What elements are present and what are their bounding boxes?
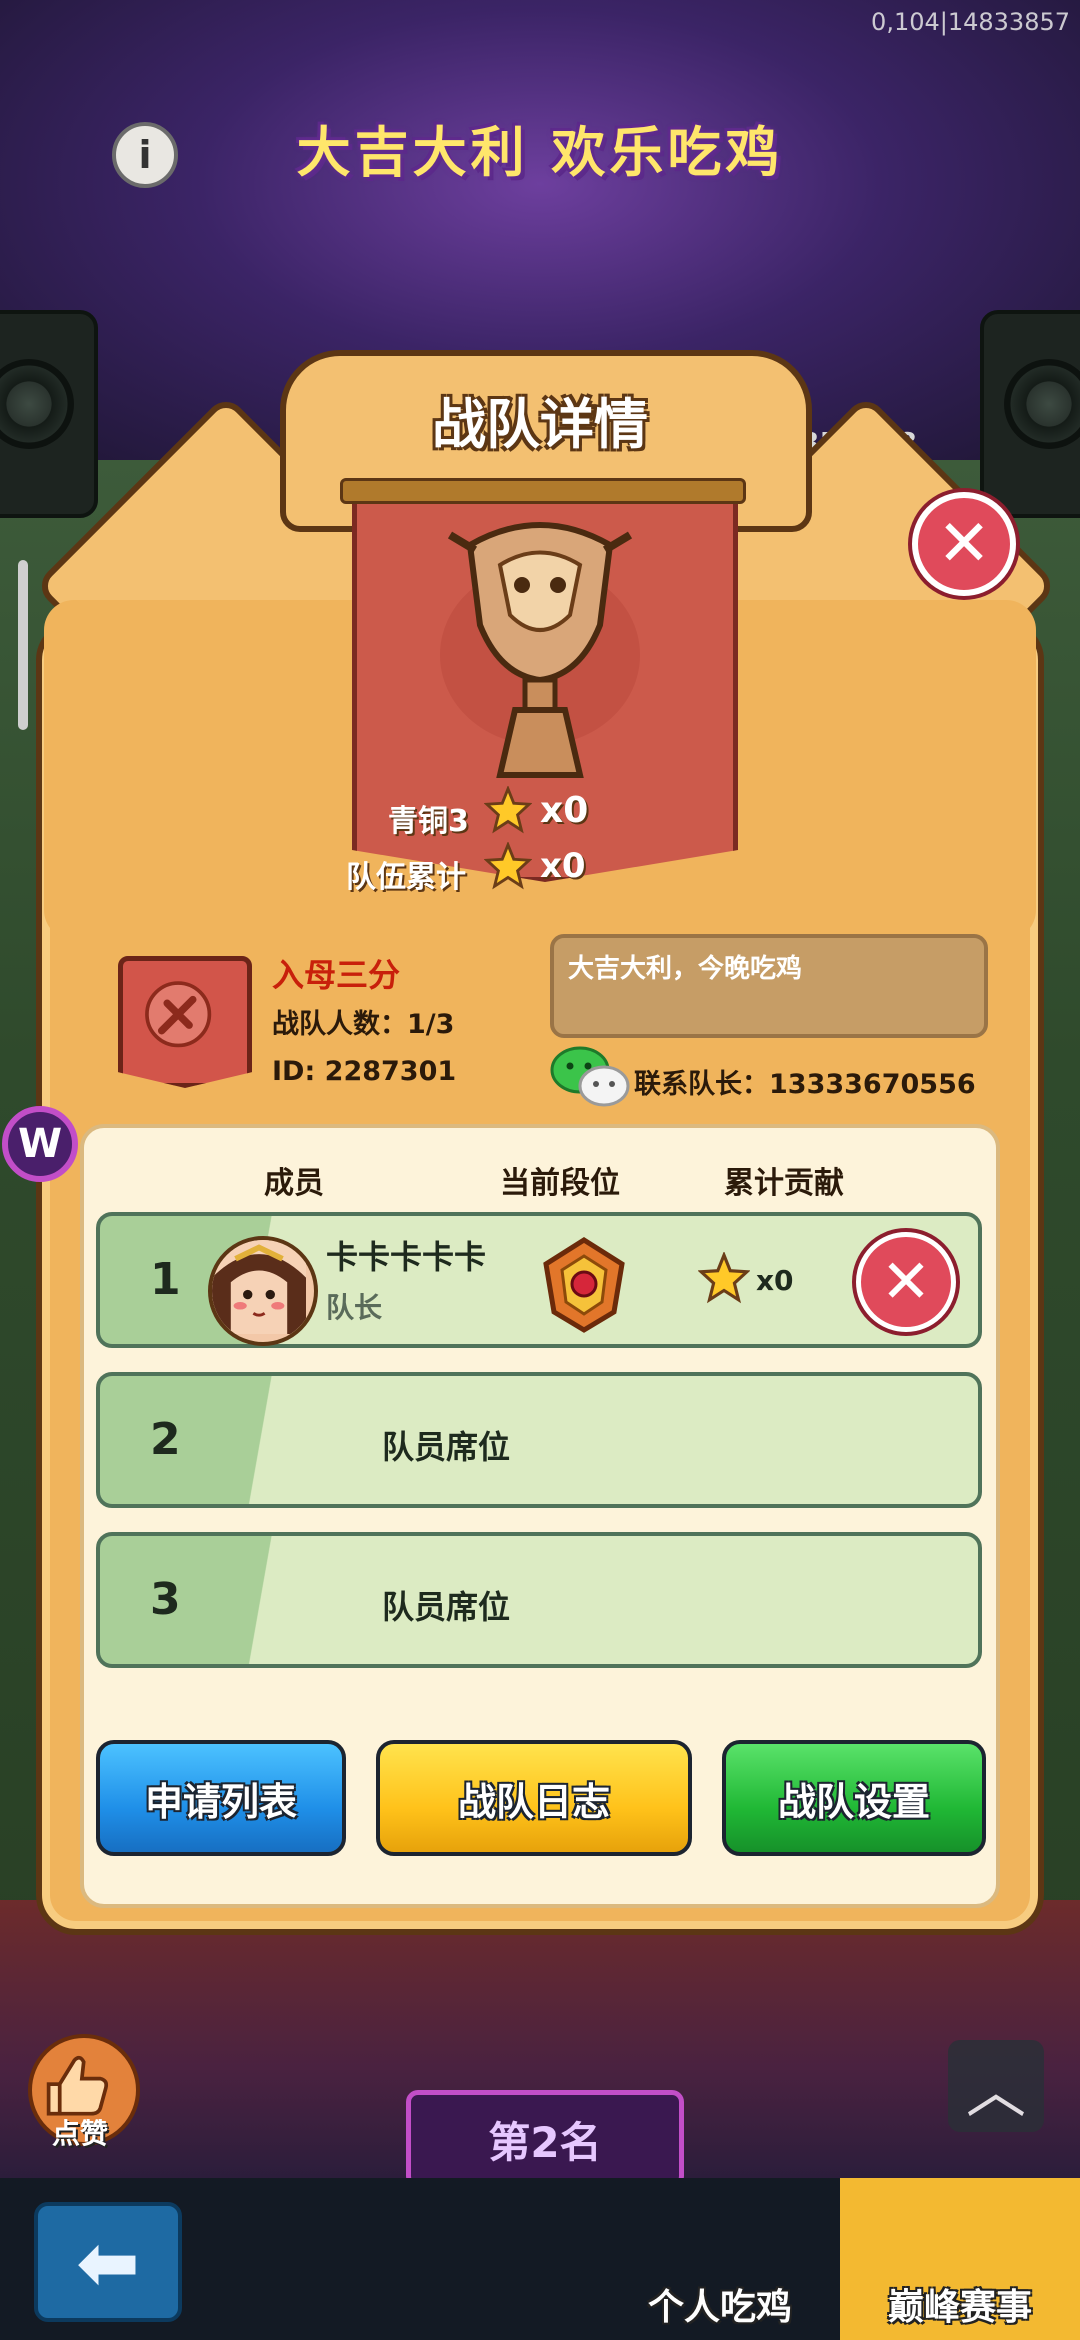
apply-list-button[interactable]: 申请列表 <box>96 1740 346 1856</box>
team-id: ID: 2287301 <box>272 1056 457 1087</box>
member-role: 队长 <box>326 1291 383 1324</box>
star-icon <box>698 1252 750 1304</box>
slot-label: 队员席位 <box>382 1588 511 1626</box>
member-name: 卡卡卡卡卡 <box>326 1238 487 1276</box>
tab-solo-chicken[interactable]: 个人吃鸡 <box>600 2178 840 2340</box>
like-label: 点赞 <box>51 2117 108 2150</box>
chevron-up-icon[interactable]: ︿ <box>948 2040 1044 2132</box>
side-scrollbar[interactable] <box>18 560 28 730</box>
back-button[interactable]: ⬅ <box>34 2202 182 2322</box>
member-row-empty-slot[interactable] <box>96 1372 982 1508</box>
close-icon: ✕ <box>880 1247 932 1317</box>
arrow-left-icon: ⬅ <box>76 2217 140 2307</box>
kick-member-button[interactable]: ✕ <box>856 1232 956 1332</box>
captain-contact: 联系队长：13333670556 <box>634 1069 976 1100</box>
ranking-plate: 第2名 <box>406 2090 684 2188</box>
slot-label: 队员席位 <box>382 1428 511 1466</box>
tab-peak-event[interactable]: 巅峰赛事 <box>840 2178 1080 2340</box>
rank-badge-icon <box>543 1237 625 1333</box>
dialog-title: 战队详情 <box>432 393 648 456</box>
tier-label: 青铜3 <box>388 804 469 839</box>
speaker-right <box>980 310 1080 518</box>
header-contribution: 累计贡献 <box>724 1166 844 1201</box>
bronze-trophy-icon <box>440 522 640 778</box>
star-icon <box>484 842 532 890</box>
row-number: 3 <box>150 1574 181 1625</box>
event-title: 大吉大利 欢乐吃鸡 <box>296 121 784 184</box>
row-number: 2 <box>150 1414 181 1465</box>
member-contribution: x0 <box>756 1264 794 1297</box>
team-total-label: 队伍累计 <box>346 860 466 895</box>
header-member: 成员 <box>264 1166 324 1201</box>
header-current-rank: 当前段位 <box>500 1166 620 1201</box>
team-total-star-count: x0 <box>540 846 586 886</box>
close-button[interactable]: ✕ <box>912 492 1016 596</box>
floating-assistant-button[interactable]: W <box>2 1106 78 1182</box>
avatar[interactable] <box>208 1236 318 1346</box>
close-icon: ✕ <box>937 507 991 581</box>
team-name: 入母三分 <box>272 956 401 994</box>
wechat-icon[interactable] <box>550 1044 630 1108</box>
team-member-count: 战队人数：1/3 <box>272 1009 455 1040</box>
banner-rod <box>340 478 746 504</box>
star-icon <box>484 786 532 834</box>
tab-peak-label: 巅峰赛事 <box>887 2287 1032 2328</box>
coordinate-readout: 0,104|14833857 <box>871 8 1070 36</box>
row-number: 1 <box>150 1254 181 1305</box>
tab-solo-label: 个人吃鸡 <box>647 2287 792 2328</box>
team-log-button[interactable]: 战队日志 <box>376 1740 692 1856</box>
team-emblem-icon <box>118 956 252 1088</box>
tier-star-count: x0 <box>540 790 589 831</box>
info-icon[interactable]: i <box>112 122 178 188</box>
member-row-empty-slot[interactable] <box>96 1532 982 1668</box>
speaker-left <box>0 310 98 518</box>
team-slogan: 大吉大利，今晚吃鸡 <box>550 934 988 1038</box>
team-settings-button[interactable]: 战队设置 <box>722 1740 986 1856</box>
